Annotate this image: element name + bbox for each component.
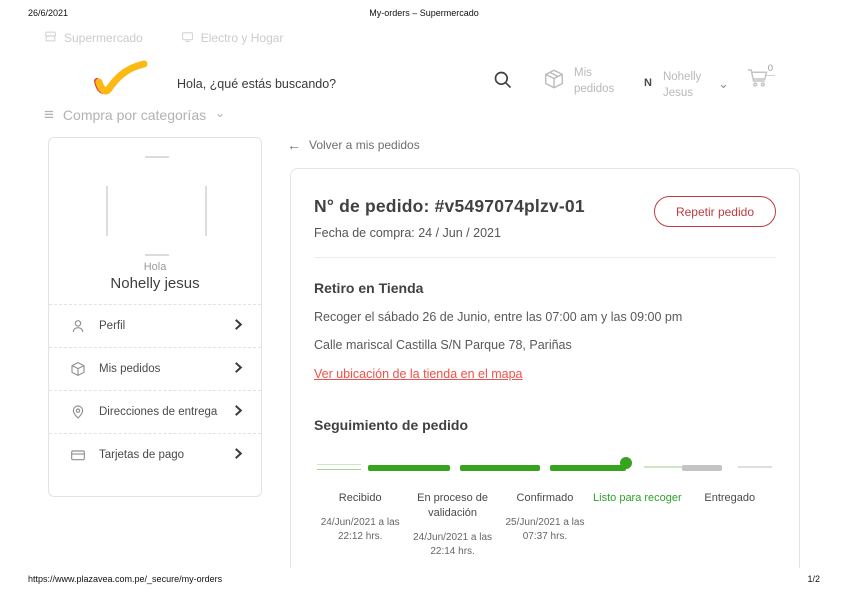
categories-menu[interactable]: ≡ Compra por categorías ⌄ <box>44 106 225 123</box>
search-icon[interactable] <box>493 70 513 90</box>
pickup-section: Retiro en Tienda Recoger el sábado 26 de… <box>314 280 776 383</box>
progress-segment-confirmado <box>550 465 626 471</box>
back-link-label: Volver a mis pedidos <box>309 138 420 152</box>
tracking-step-confirmado: Confirmado 25/Jun/2021 a las 07:37 hrs. <box>499 491 591 559</box>
sidebar-item-label: Direcciones de entrega <box>99 406 234 418</box>
pin-icon <box>70 404 86 420</box>
back-link[interactable]: ← Volver a mis pedidos <box>287 137 420 153</box>
store-map-link[interactable]: Ver ubicación de la tienda en el mapa <box>314 367 522 381</box>
store-icon <box>44 30 57 46</box>
sidebar-item-label: Perfil <box>99 320 234 332</box>
print-date: 26/6/2021 <box>28 8 68 18</box>
tab-label: Electro y Hogar <box>201 31 284 45</box>
progress-line-start <box>317 464 361 470</box>
hamburger-icon: ≡ <box>44 106 54 123</box>
tracking-title: Seguimiento de pedido <box>314 417 776 433</box>
tab-label: Supermercado <box>64 31 143 45</box>
tracking-progress-bar <box>314 457 776 479</box>
print-url: https://www.plazavea.com.pe/_secure/my-o… <box>28 574 222 584</box>
print-page-number: 1/2 <box>807 574 820 584</box>
order-number-title: N° de pedido: #v5497074plzv-01 <box>314 196 585 217</box>
chevron-right-icon <box>234 317 243 335</box>
sidebar-user-name: Nohelly jesus <box>49 275 261 292</box>
print-title: My-orders – Supermercado <box>369 8 479 18</box>
purchase-date: Fecha de compra: 24 / Jun / 2021 <box>314 226 585 240</box>
chevron-down-icon: ⌄ <box>215 106 225 120</box>
repeat-order-button[interactable]: Repetir pedido <box>654 196 776 227</box>
chevron-right-icon <box>234 360 243 378</box>
sidebar-item-perfil[interactable]: Perfil <box>49 304 261 347</box>
search-input[interactable]: Hola, ¿qué estás buscando? <box>177 77 457 91</box>
tracking-steps: Recibido 24/Jun/2021 a las 22:12 hrs. En… <box>314 491 776 559</box>
sidebar-item-label: Tarjetas de pago <box>99 449 234 461</box>
card-icon <box>70 447 86 463</box>
cart-button[interactable]: 0 <box>745 64 771 95</box>
chevron-right-icon <box>234 446 243 464</box>
package-icon <box>543 66 565 97</box>
user-name-label: Nohelly Jesus <box>663 70 707 101</box>
cart-count-badge: 0 <box>766 63 775 76</box>
tab-supermercado[interactable]: Supermercado <box>44 30 143 46</box>
pickup-schedule: Recoger el sábado 26 de Junio, entre las… <box>314 310 776 324</box>
appliance-icon <box>181 30 194 46</box>
sidebar-item-direcciones[interactable]: Direcciones de entrega <box>49 390 261 433</box>
tracking-step-recibido: Recibido 24/Jun/2021 a las 22:12 hrs. <box>314 491 406 559</box>
tracking-section: Seguimiento de pedido Recibido 24/Jun/20… <box>314 417 776 559</box>
account-sidebar: Hola Nohelly jesus Perfil Mis pedidos <box>48 137 262 497</box>
sidebar-item-tarjetas[interactable]: Tarjetas de pago <box>49 433 261 476</box>
progress-segment-validacion <box>460 465 540 471</box>
page: 26/6/2021 My-orders – Supermercado Super… <box>0 0 848 599</box>
chevron-down-icon: ⌄ <box>718 76 729 92</box>
pickup-address: Calle mariscal Castilla S/N Parque 78, P… <box>314 338 776 352</box>
tracking-step-listo-para-recoger: Listo para recoger <box>591 491 683 559</box>
sidebar-item-mis-pedidos[interactable]: Mis pedidos <box>49 347 261 390</box>
divider <box>314 257 776 258</box>
plazavea-logo[interactable] <box>90 58 152 107</box>
tab-electro-y-hogar[interactable]: Electro y Hogar <box>181 30 284 46</box>
order-detail-card: N° de pedido: #v5497074plzv-01 Fecha de … <box>290 168 800 568</box>
categories-label: Compra por categorías <box>63 107 206 123</box>
sidebar-greeting: Hola <box>49 261 261 273</box>
avatar: N <box>644 77 652 89</box>
tracking-step-entregado: Entregado <box>684 491 776 559</box>
nav-my-orders[interactable]: Mis pedidos <box>543 66 620 97</box>
nav-user-menu[interactable]: N Nohelly Jesus ⌄ <box>644 70 729 101</box>
tracking-step-validacion: En proceso de validación 24/Jun/2021 a l… <box>406 491 498 559</box>
chevron-right-icon <box>234 403 243 421</box>
sidebar-item-label: Mis pedidos <box>99 363 234 375</box>
progress-segment-pending <box>682 465 722 471</box>
person-icon <box>70 318 86 334</box>
nav-my-orders-label: Mis pedidos <box>574 66 620 97</box>
store-tabs: Supermercado Electro y Hogar <box>44 30 283 46</box>
pickup-title: Retiro en Tienda <box>314 280 776 296</box>
sidebar-menu: Perfil Mis pedidos Direcciones de entreg <box>49 304 261 476</box>
current-step-marker <box>620 457 632 469</box>
package-icon <box>70 361 86 377</box>
progress-line-end <box>738 466 772 468</box>
progress-segment-recibido <box>368 465 450 471</box>
progress-line-after-marker <box>644 466 684 468</box>
arrow-left-icon: ← <box>287 137 301 153</box>
